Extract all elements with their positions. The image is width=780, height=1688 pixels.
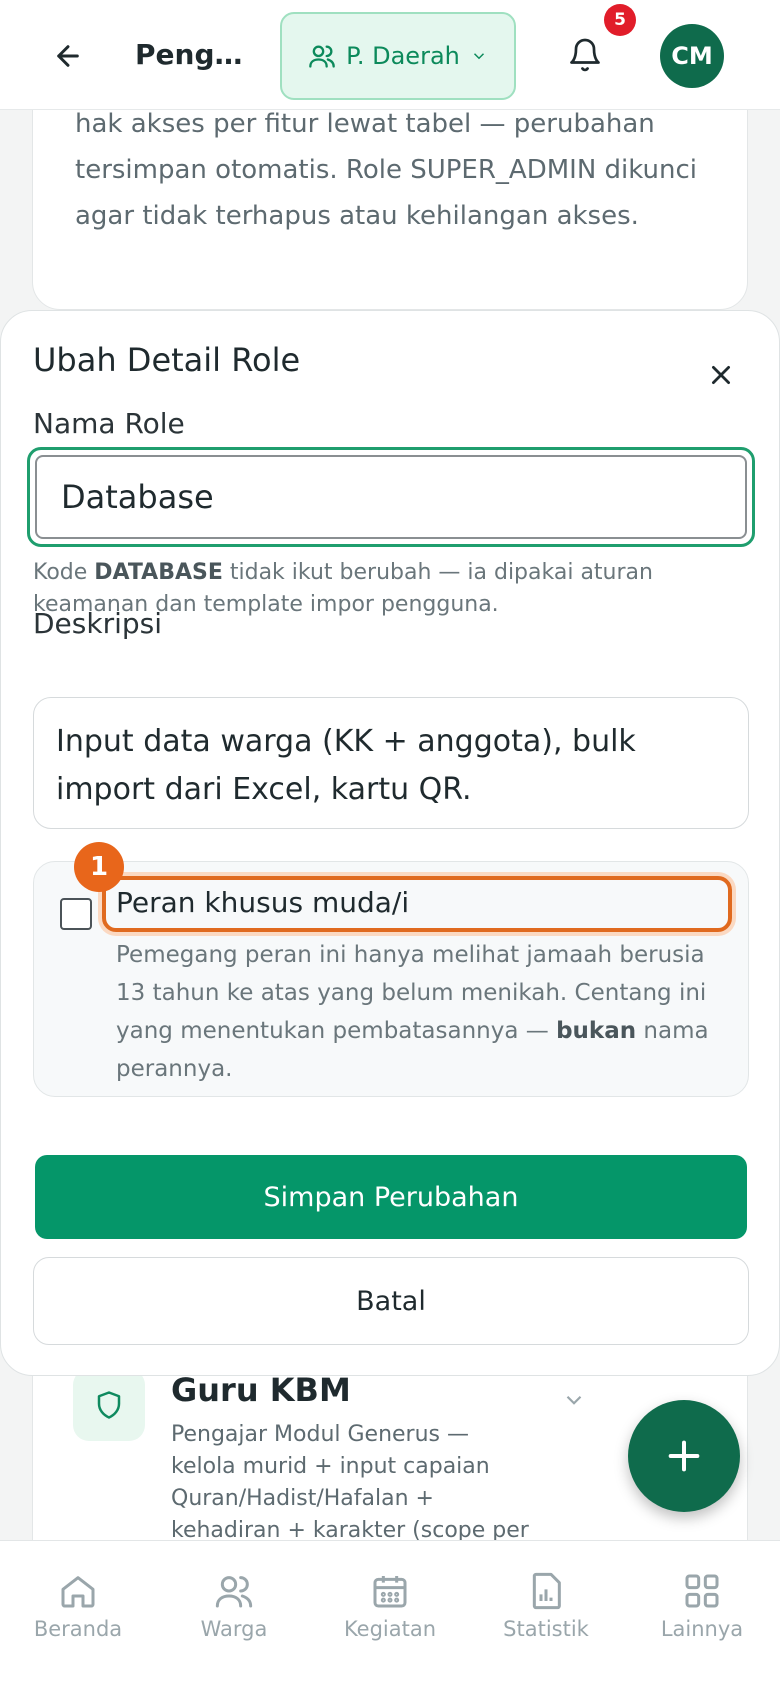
nav-item-lainnya[interactable]: Lainnya [624, 1541, 780, 1688]
notification-badge: 5 [604, 4, 636, 36]
close-icon [712, 366, 730, 384]
add-button[interactable] [628, 1400, 740, 1512]
role-name-label: Nama Role [33, 407, 185, 440]
users-icon [309, 45, 335, 68]
role-name: Guru KBM [171, 1371, 351, 1409]
nav-item-warga[interactable]: Warga [156, 1541, 312, 1688]
scope-label: P. Daerah [346, 42, 460, 70]
role-icon-container [73, 1369, 145, 1441]
desc-bold: bukan [556, 1018, 637, 1044]
youth-role-checkbox[interactable] [60, 898, 92, 930]
scope-selector[interactable]: P. Daerah [280, 12, 516, 100]
bottom-navigation: Beranda Warga Kegiatan Statistik Lainnya [0, 1540, 780, 1688]
chevron-down-icon [473, 53, 484, 60]
nav-label: Beranda [33, 1617, 123, 1641]
hint-prefix: Kode [33, 560, 95, 585]
info-card-text: hak akses per fitur lewat tabel — peruba… [75, 109, 697, 231]
role-name-focus-ring [27, 447, 755, 547]
users-icon [215, 1576, 253, 1608]
cancel-button[interactable]: Batal [33, 1257, 749, 1345]
home-icon [61, 1576, 95, 1608]
role-name-input[interactable] [35, 455, 747, 539]
role-description: Pengajar Modul Generus — kelola murid + … [171, 1422, 529, 1543]
close-button[interactable] [701, 355, 741, 395]
nav-label: Lainnya [660, 1617, 744, 1641]
chart-icon [532, 1572, 561, 1610]
nav-label: Kegiatan [343, 1617, 437, 1641]
description-textarea[interactable]: Input data warga (KK + anggota), bulk im… [33, 697, 749, 829]
save-button[interactable]: Simpan Perubahan [35, 1155, 747, 1239]
sheet-title: Ubah Detail Role [33, 341, 301, 379]
nav-label: Warga [200, 1617, 268, 1641]
nav-item-statistik[interactable]: Statistik [468, 1541, 624, 1688]
shield-icon [97, 1391, 121, 1419]
avatar[interactable]: CM [660, 24, 724, 88]
plus-icon [668, 1440, 700, 1472]
youth-role-card: Peran khusus muda/i Pemegang peran ini h… [33, 842, 749, 1097]
description-label: Deskripsi [33, 607, 163, 640]
back-button[interactable] [44, 32, 92, 80]
nav-label: Statistik [503, 1617, 589, 1641]
arrow-left-icon [57, 45, 79, 67]
bell-icon [570, 38, 600, 72]
chevron-down-icon [566, 1395, 582, 1405]
grid-icon [685, 1574, 719, 1608]
calendar-icon [373, 1576, 407, 1608]
page-title: Pengat... [135, 38, 260, 71]
step-badge: 1 [74, 842, 124, 892]
youth-role-description: Pemegang peran ini hanya melihat jamaah … [116, 936, 716, 1088]
hint-code: DATABASE [94, 560, 223, 585]
youth-role-label[interactable]: Peran khusus muda/i [116, 886, 409, 919]
nav-item-beranda[interactable]: Beranda [0, 1541, 156, 1688]
edit-role-sheet: Ubah Detail Role Nama Role Kode DATABASE… [0, 310, 780, 1376]
top-app-bar: Pengat... P. Daerah 5 CM [0, 0, 780, 110]
nav-item-kegiatan[interactable]: Kegiatan [312, 1541, 468, 1688]
notification-button[interactable] [560, 30, 610, 80]
expand-role-button[interactable] [561, 1387, 587, 1417]
